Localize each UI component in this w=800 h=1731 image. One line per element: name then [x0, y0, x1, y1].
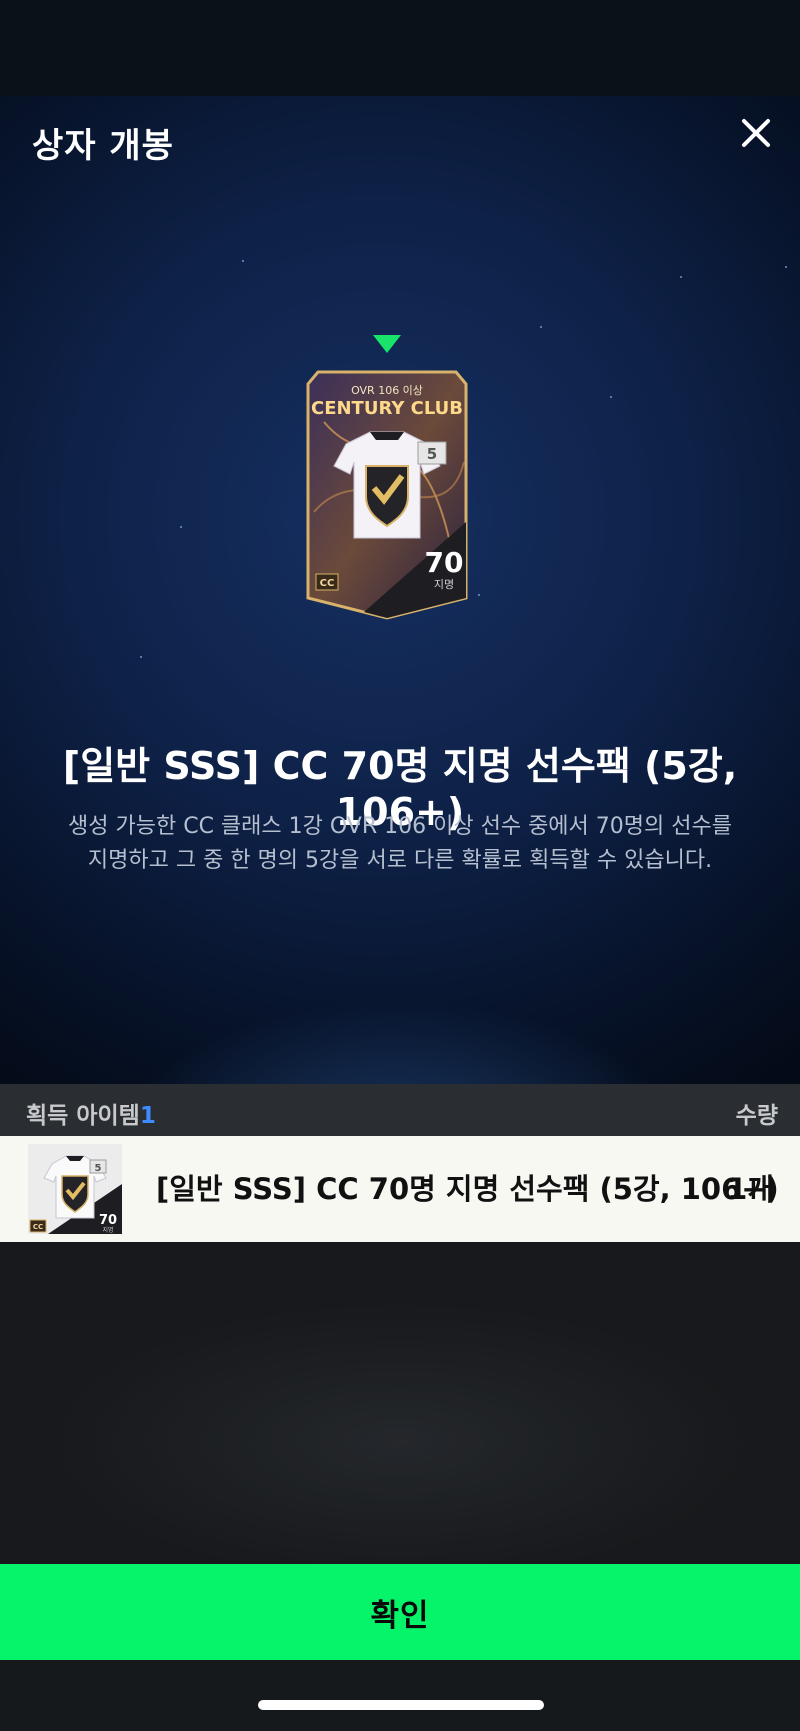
item-quantity: 1개: [727, 1172, 774, 1206]
acquired-items-header: 획득 아이템1 수량: [0, 1084, 800, 1136]
close-icon[interactable]: [730, 108, 782, 160]
item-thumb-count: 70: [99, 1213, 117, 1228]
item-thumb-badge: CC: [33, 1223, 43, 1231]
card-count: 70: [425, 546, 464, 579]
card-subtitle: OVR 106 이상: [351, 384, 423, 397]
home-indicator[interactable]: [258, 1700, 544, 1710]
selection-pointer-icon: [373, 335, 401, 353]
pack-description-line-2: 지명하고 그 중 한 명의 5강을 서로 다른 확률로 획득할 수 있습니다.: [87, 848, 713, 873]
confirm-button[interactable]: 확인: [0, 1564, 800, 1660]
bottom-safe-area: [0, 1660, 800, 1731]
confirm-button-label: 확인: [370, 1597, 430, 1634]
item-thumb-level: 5: [95, 1163, 102, 1174]
item-name: [일반 SSS] CC 70명 지명 선수팩 (5강, 106+): [156, 1172, 779, 1206]
item-thumb-unit: 지명: [102, 1226, 113, 1234]
card-brand: CENTURY CLUB: [311, 398, 463, 419]
item-thumbnail: 5 70 지명 CC: [28, 1144, 122, 1234]
pack-description: 생성 가능한 CC 클래스 1강 OVR 106 이상 선수 중에서 70명의 …: [60, 810, 740, 878]
pack-description-line-1: 생성 가능한 CC 클래스 1강 OVR 106 이상 선수 중에서 70명의 …: [68, 814, 732, 839]
content-background: [0, 1242, 800, 1564]
quantity-column-label: 수량: [735, 1103, 778, 1129]
acquired-items-count: 1: [139, 1103, 156, 1129]
acquired-items-title: 획득 아이템: [26, 1103, 140, 1129]
card-level: 5: [427, 445, 437, 463]
pack-card-image: OVR 106 이상 CENTURY CLUB 5 70 지명 CC: [306, 370, 468, 620]
list-item[interactable]: 5 70 지명 CC [일반 SSS] CC 70명 지명 선수팩 (5강, 1…: [0, 1136, 800, 1242]
card-count-unit: 지명: [434, 578, 454, 591]
acquired-items-label: 획득 아이템1: [26, 1096, 156, 1130]
modal-title: 상자 개봉: [32, 126, 174, 166]
card-badge: CC: [320, 578, 335, 589]
status-bar: [0, 0, 800, 96]
